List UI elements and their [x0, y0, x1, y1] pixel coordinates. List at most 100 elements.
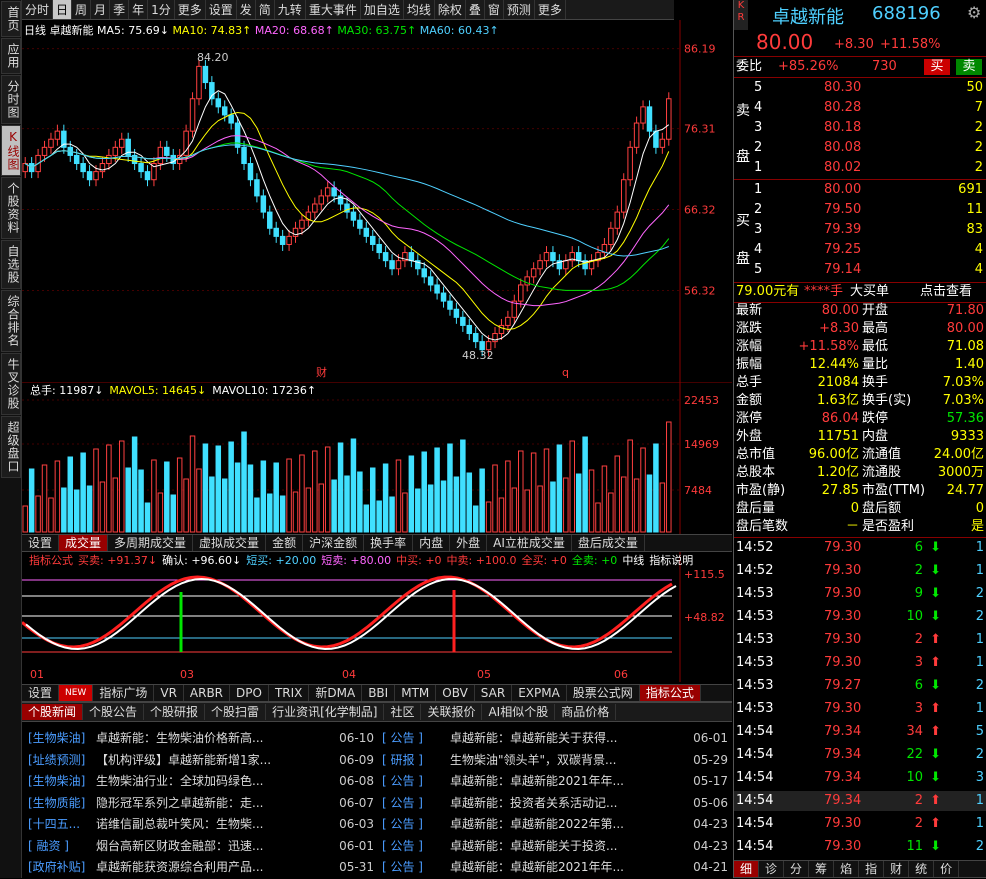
toolbar-item-7[interactable]: 更多 [175, 0, 206, 19]
toolbar-item-12[interactable]: 重大事件 [306, 0, 361, 19]
news-tabs-0[interactable]: 个股新闻 [22, 704, 84, 720]
ind-tabs-13[interactable]: 股票公式网 [567, 685, 640, 701]
ind-tabs-11[interactable]: SAR [475, 685, 513, 701]
news-tabs-5[interactable]: 社区 [384, 704, 422, 720]
news-tabs-4[interactable]: 行业资讯[化学制品] [266, 704, 385, 720]
vol-tabs-2[interactable]: 多周期成交量 [108, 535, 194, 551]
gear-icon[interactable]: ⚙ [967, 3, 981, 22]
toolbar-item-14[interactable]: 均线 [404, 0, 435, 19]
news-item[interactable]: [生物质能] 隐形冠军系列之卓越新能：走... 06-07 [28, 793, 378, 815]
buy-button[interactable]: 买 [924, 59, 950, 75]
ind-tabs-5[interactable]: DPO [230, 685, 269, 701]
btabs-0[interactable]: 细 [734, 861, 760, 877]
sidebar-item-7[interactable]: 牛叉诊股 [1, 353, 21, 415]
sell-button[interactable]: 卖 [956, 59, 982, 75]
news-tabs-8[interactable]: 商品价格 [555, 704, 617, 720]
news-title[interactable]: 卓越新能：卓越新能2021年年... [450, 857, 688, 879]
btabs-7[interactable]: 统 [909, 861, 935, 877]
btabs-1[interactable]: 诊 [759, 861, 785, 877]
news-item[interactable]: [政府补贴] 卓越新能获资源综合利用产品... 05-31 [28, 857, 378, 879]
sidebar-item-5[interactable]: 自选股 [1, 240, 21, 289]
news-title[interactable]: 诺维信副总裁叶笑风：生物柴... [96, 814, 334, 836]
news-item[interactable]: [址绩预测] 【机构评级】卓越新能新增1家... 06-09 [28, 750, 378, 772]
toolbar-item-3[interactable]: 月 [91, 0, 111, 19]
btabs-6[interactable]: 财 [884, 861, 910, 877]
big-order-link[interactable]: 点击查看 [920, 282, 972, 302]
news-title[interactable]: 【机构评级】卓越新能新增1家... [96, 750, 334, 772]
news-item[interactable]: [生物柴油] 卓越新能：生物柴油价格新高... 06-10 [28, 728, 378, 750]
news-item[interactable]: [ 公告 ] 卓越新能：卓越新能2021年年... 05-17 [382, 771, 732, 793]
toolbar-item-15[interactable]: 除权 [435, 0, 466, 19]
news-item[interactable]: [ 研报 ] 生物柴油"领头羊"，双碳背景... 05-29 [382, 750, 732, 772]
news-title[interactable]: 烟台高新区财政金融部：迅速... [96, 836, 334, 858]
vol-tabs-1[interactable]: 成交量 [59, 535, 109, 551]
sidebar-item-4[interactable]: 个股资料 [1, 177, 21, 239]
volume-chart[interactable]: 总手: 11987↓ MAVOL5: 14645↓ MAVOL10: 17236↑ 2… [22, 382, 732, 534]
vol-tabs-4[interactable]: 金额 [266, 535, 304, 551]
toolbar-item-2[interactable]: 周 [72, 0, 92, 19]
vol-tabs-3[interactable]: 虚拟成交量 [193, 535, 267, 551]
news-title[interactable]: 卓越新能：生物柴油价格新高... [96, 728, 334, 750]
ind-tabs-0[interactable]: 设置 [22, 685, 60, 701]
sidebar-item-2[interactable]: 分时图 [1, 75, 21, 124]
sidebar-item-8[interactable]: 超级盘口 [1, 416, 21, 478]
news-tabs-2[interactable]: 个股研报 [144, 704, 206, 720]
toolbar-item-19[interactable]: 更多 [535, 0, 566, 19]
toolbar-item-5[interactable]: 年 [129, 0, 149, 19]
toolbar-item-9[interactable]: 发 [237, 0, 256, 19]
news-item[interactable]: [十四五... 诺维信副总裁叶笑风：生物柴... 06-03 [28, 814, 378, 836]
ind-tabs-10[interactable]: OBV [436, 685, 475, 701]
sidebar-item-3[interactable]: K线图 [1, 125, 21, 176]
sidebar-item-0[interactable]: 首页 [1, 1, 21, 37]
toolbar-item-18[interactable]: 预测 [504, 0, 535, 19]
btabs-3[interactable]: 筹 [809, 861, 835, 877]
sidebar-item-6[interactable]: 综合排名 [1, 290, 21, 352]
toolbar-item-4[interactable]: 季 [110, 0, 130, 19]
vol-tabs-6[interactable]: 换手率 [364, 535, 414, 551]
news-title[interactable]: 卓越新能：卓越新能2022年第... [450, 814, 688, 836]
news-tabs-1[interactable]: 个股公告 [83, 704, 145, 720]
ind-tabs-1[interactable]: NEW [59, 685, 94, 701]
ind-tabs-6[interactable]: TRIX [269, 685, 310, 701]
news-title[interactable]: 生物柴油"领头羊"，双碳背景... [450, 750, 688, 772]
ind-tabs-9[interactable]: MTM [395, 685, 437, 701]
btabs-8[interactable]: 价 [934, 861, 960, 877]
vol-tabs-8[interactable]: 外盘 [450, 535, 488, 551]
sidebar-item-1[interactable]: 应用 [1, 38, 21, 74]
toolbar-item-16[interactable]: 叠 [466, 0, 485, 19]
news-title[interactable]: 生物柴油行业：全球加码绿色... [96, 771, 334, 793]
news-item[interactable]: [生物柴油] 生物柴油行业：全球加码绿色... 06-08 [28, 771, 378, 793]
news-item[interactable]: [ 公告 ] 卓越新能：卓越新能2022年第... 04-23 [382, 814, 732, 836]
toolbar-item-1[interactable]: 日 [53, 0, 73, 19]
ind-tabs-7[interactable]: 新DMA [309, 685, 363, 701]
ind-tabs-2[interactable]: 指标广场 [93, 685, 155, 701]
ind-tabs-12[interactable]: EXPMA [512, 685, 567, 701]
toolbar-item-11[interactable]: 九转 [275, 0, 306, 19]
news-tabs-3[interactable]: 个股扫雷 [205, 704, 267, 720]
btabs-5[interactable]: 指 [859, 861, 885, 877]
btabs-2[interactable]: 分 [784, 861, 810, 877]
kline-chart[interactable]: 86.19 76.31 66.32 56.32 84.20 48.32 财 q [22, 20, 732, 382]
toolbar-item-6[interactable]: 1分 [148, 0, 175, 19]
toolbar-item-13[interactable]: 加自选 [361, 0, 404, 19]
ind-tabs-8[interactable]: BBI [362, 685, 396, 701]
news-item[interactable]: [ 公告 ] 卓越新能：卓越新能2021年年... 04-21 [382, 857, 732, 879]
vol-tabs-5[interactable]: 沪深金额 [303, 535, 365, 551]
toolbar-item-17[interactable]: 窗 [485, 0, 504, 19]
news-title[interactable]: 卓越新能：卓越新能关于获得... [450, 728, 688, 750]
vol-tabs-9[interactable]: AI立桩成交量 [487, 535, 572, 551]
news-item[interactable]: [ 公告 ] 卓越新能：卓越新能关于获得... 06-01 [382, 728, 732, 750]
btabs-4[interactable]: 焰 [834, 861, 860, 877]
toolbar-item-0[interactable]: 分时 [22, 0, 54, 19]
news-title[interactable]: 卓越新能：卓越新能关于投资... [450, 836, 688, 858]
ind-tabs-3[interactable]: VR [154, 685, 184, 701]
news-tabs-6[interactable]: 关联报价 [421, 704, 483, 720]
news-title[interactable]: 卓越新能获资源综合利用产品... [96, 857, 334, 879]
big-order-row[interactable]: 79.00元有 ****手 大买单 点击查看 [734, 282, 986, 302]
toolbar-item-8[interactable]: 设置 [206, 0, 237, 19]
toolbar-item-10[interactable]: 简 [256, 0, 275, 19]
news-item[interactable]: [ 公告 ] 卓越新能：投资者关系活动记... 05-06 [382, 793, 732, 815]
news-tabs-7[interactable]: AI相似个股 [482, 704, 556, 720]
news-item[interactable]: [ 公告 ] 卓越新能：卓越新能关于投资... 04-23 [382, 836, 732, 858]
news-title[interactable]: 隐形冠军系列之卓越新能：走... [96, 793, 334, 815]
